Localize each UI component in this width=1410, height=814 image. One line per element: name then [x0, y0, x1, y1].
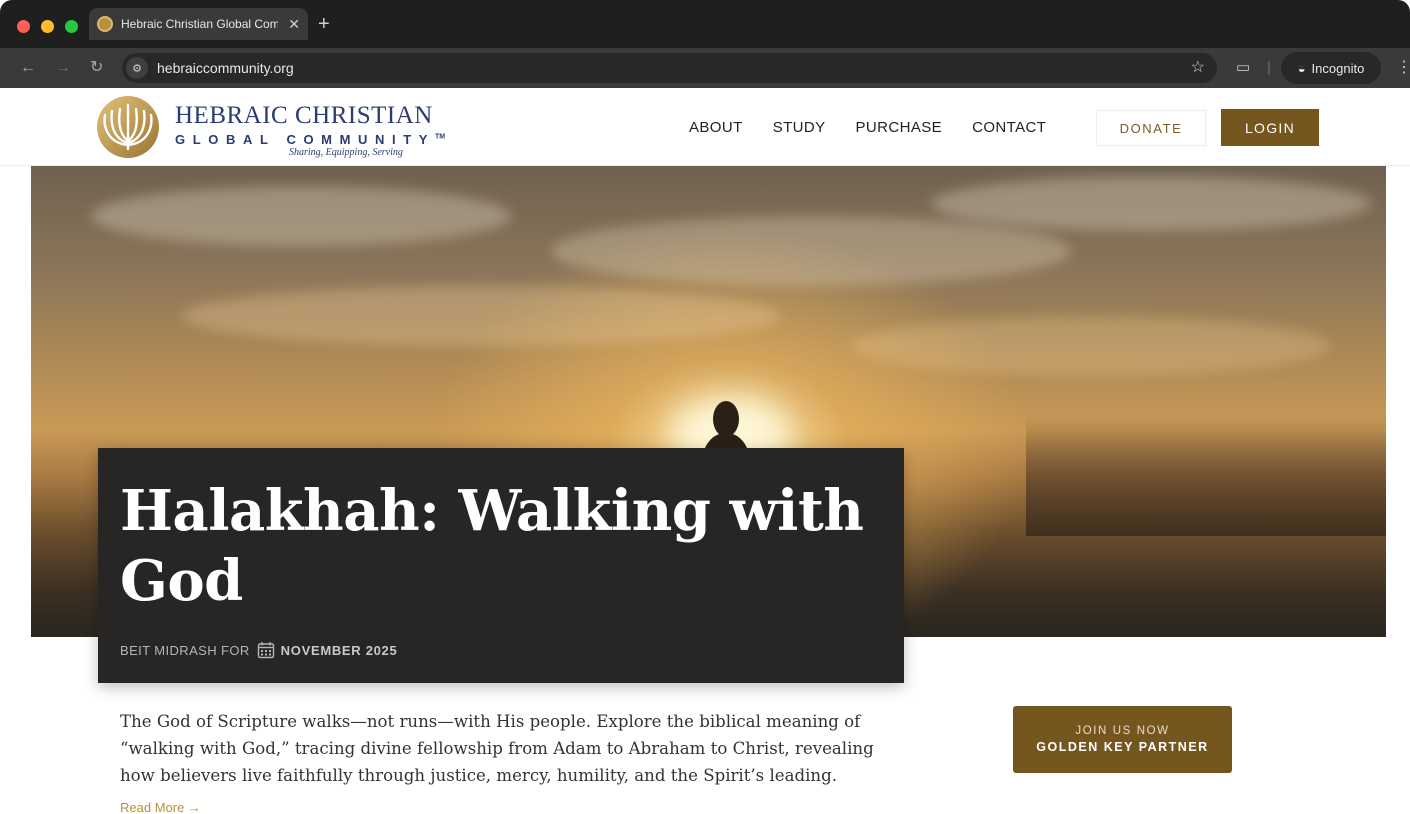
tab-close-icon[interactable]: ✕ — [288, 16, 300, 33]
nav-study[interactable]: STUDY — [773, 119, 826, 136]
logo-trademark: TM — [435, 133, 446, 141]
back-arrow-icon[interactable]: ← — [20, 56, 36, 80]
logo-tagline: Sharing, Equipping, Serving — [289, 147, 403, 158]
tab-bar: Hebraic Christian Global Com ✕ + — [0, 0, 1410, 48]
new-tab-button[interactable]: + — [318, 14, 330, 34]
site-logo[interactable]: HEBRAIC CHRISTIAN GLOBAL COMMUNITYTM Sha… — [96, 95, 446, 161]
incognito-badge[interactable]: ◒ Incognito — [1281, 52, 1381, 84]
grass-silhouette — [1026, 416, 1386, 536]
incognito-icon: ◒ — [1297, 60, 1306, 76]
main-nav: ABOUT STUDY PURCHASE CONTACT — [689, 119, 1076, 136]
browser-tab[interactable]: Hebraic Christian Global Com ✕ — [89, 8, 308, 40]
golden-key-partner-button[interactable]: JOIN US NOW GOLDEN KEY PARTNER — [1013, 706, 1232, 773]
calendar-icon — [257, 642, 274, 659]
address-bar[interactable]: ⚙ hebraiccommunity.org ☆ — [122, 53, 1217, 83]
maximize-window-button[interactable] — [65, 20, 78, 33]
hero-title[interactable]: Halakhah: Walking with God — [120, 476, 880, 616]
read-more-link[interactable]: Read More → — [120, 800, 201, 814]
reload-icon[interactable]: ↻ — [90, 56, 103, 80]
toolbar-divider: | — [1267, 59, 1271, 76]
cta-line1: JOIN US NOW — [1075, 725, 1170, 737]
nav-contact[interactable]: CONTACT — [972, 119, 1046, 136]
site-favicon-icon — [97, 16, 113, 32]
site-settings-icon[interactable]: ⚙ — [126, 57, 148, 79]
donate-button[interactable]: DONATE — [1096, 110, 1206, 146]
tab-title: Hebraic Christian Global Com — [121, 17, 279, 31]
incognito-label: Incognito — [1311, 60, 1365, 76]
cta-line2: GOLDEN KEY PARTNER — [1036, 740, 1209, 754]
browser-window: Hebraic Christian Global Com ✕ + ← → ↻ ⚙… — [0, 0, 1410, 814]
bookmark-star-icon[interactable]: ☆ — [1191, 57, 1205, 77]
logo-title: HEBRAIC CHRISTIAN — [175, 102, 433, 129]
minimize-window-button[interactable] — [41, 20, 54, 33]
close-window-button[interactable] — [17, 20, 30, 33]
nav-purchase[interactable]: PURCHASE — [856, 119, 943, 136]
forward-arrow-icon[interactable]: → — [55, 56, 71, 80]
browser-menu-icon[interactable]: ⋮ — [1396, 56, 1410, 80]
nav-about[interactable]: ABOUT — [689, 119, 743, 136]
logo-subtitle: GLOBAL COMMUNITYTM — [175, 132, 445, 147]
cloud-shape — [931, 176, 1371, 231]
hero-title-card: Halakhah: Walking with God BEIT MIDRASH … — [98, 448, 904, 683]
meta-date: NOVEMBER 2025 — [280, 642, 398, 658]
cloud-shape — [851, 316, 1331, 376]
url-text[interactable]: hebraiccommunity.org — [157, 60, 294, 76]
article-excerpt: The God of Scripture walks—not runs—with… — [120, 712, 874, 785]
tab-search-icon[interactable]: ▭ — [1236, 56, 1250, 80]
logo-subtitle-text: GLOBAL COMMUNITY — [175, 132, 436, 147]
hero-meta: BEIT MIDRASH FOR NOVEMBER 2025 — [120, 641, 397, 659]
cloud-shape — [91, 186, 511, 246]
browser-toolbar: ← → ↻ ⚙ hebraiccommunity.org ☆ ▭ | ◒ Inc… — [0, 48, 1410, 88]
login-button[interactable]: LOGIN — [1221, 109, 1319, 146]
menorah-logo-icon — [97, 96, 159, 158]
cloud-shape — [181, 286, 781, 346]
cloud-shape — [551, 216, 1071, 286]
site-header: HEBRAIC CHRISTIAN GLOBAL COMMUNITYTM Sha… — [0, 88, 1410, 166]
meta-prefix: BEIT MIDRASH FOR — [120, 642, 250, 658]
